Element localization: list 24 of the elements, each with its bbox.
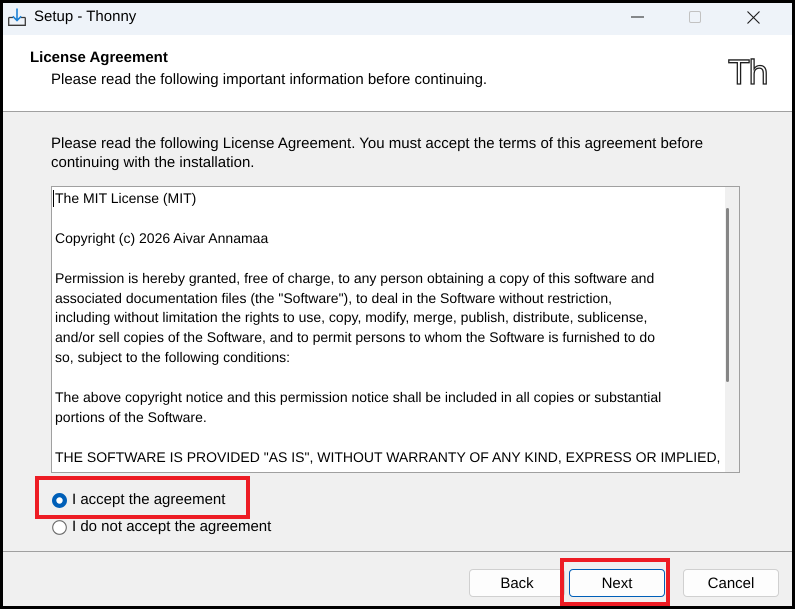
minimize-icon[interactable] [630, 16, 644, 18]
cancel-button[interactable]: Cancel [683, 569, 779, 597]
license-paragraph: The MIT License (MIT) [55, 189, 198, 208]
download-tray-icon [8, 8, 26, 26]
back-button[interactable]: Back [469, 569, 565, 597]
page-subtitle: Please read the following important information before continuing. [51, 70, 488, 90]
instruction-text: Please read the following License Agreement. You must accept the terms of this agreement before continuing with the installation. [51, 134, 704, 172]
license-paragraph: The above copyright notice and this permission notice shall be included in all copies or substantial portions of the Software. [55, 388, 662, 427]
close-icon[interactable] [746, 10, 760, 24]
license-paragraph: THE SOFTWARE IS PROVIDED "AS IS", WITHOUT WARRANTY OF ANY KIND, EXPRESS OR IMPLIED, [55, 448, 722, 467]
radio-button[interactable] [52, 520, 67, 534]
window-title: Setup - Thonny [34, 8, 136, 26]
license-paragraph: Copyright (c) 2026 Aivar Annamaa [55, 228, 270, 248]
text-cursor [53, 190, 54, 207]
radio-label[interactable]: I accept the agreement [72, 490, 226, 510]
scrollbar-thumb[interactable] [726, 208, 729, 382]
license-textarea[interactable] [51, 186, 740, 473]
next-button[interactable]: Next [569, 569, 665, 597]
license-paragraph: Permission is hereby granted, free of charge, to any person obtaining a copy of this software and associated documentation files (the "Software"), to deal in the Software without restriction, including without limitation the rights to use, copy, modify, merge, publish, distribute, sublicense, and/or sell copies of the Software, and to permit persons to whom the Software is furnished to do so, subject to the following conditions: [55, 268, 656, 368]
app-logo: Th [728, 56, 768, 90]
page-title: License Agreement [30, 48, 168, 68]
radio-button[interactable] [52, 492, 67, 508]
scrollbar-track[interactable] [725, 187, 739, 472]
radio-label[interactable]: I do not accept the agreement [72, 517, 272, 537]
